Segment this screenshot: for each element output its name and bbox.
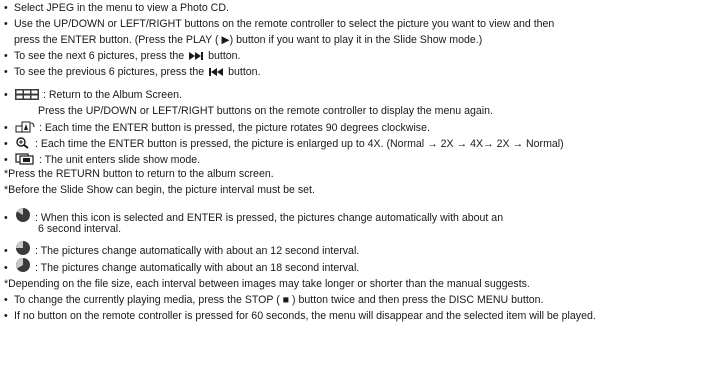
previous-skip-icon: [208, 67, 224, 77]
line-zoom-icon: • : Each time the ENTER button is presse…: [4, 137, 564, 150]
line-select-jpeg: • Select JPEG in the menu to view a Photo…: [4, 2, 229, 14]
line-album-icon: • : Return to the Album Screen.: [4, 89, 182, 101]
rotate-icon: [15, 121, 35, 133]
note-return: *Press the RETURN button to return to th…: [4, 168, 274, 180]
line-album-text2: Press the UP/DOWN or LEFT/RIGHT buttons …: [38, 105, 493, 117]
line-next-pictures: • To see the next 6 pictures, press the b…: [4, 50, 241, 62]
note-file-size: *Depending on the file size, each interv…: [4, 278, 530, 290]
line-press-enter: press the ENTER button. (Press the PLAY …: [14, 34, 483, 46]
interval-12s-icon: [15, 240, 31, 256]
next-skip-icon: [188, 51, 204, 61]
line-previous-pictures: • To see the previous 6 pictures, press t…: [4, 66, 261, 78]
zoom-icon: [15, 137, 31, 149]
line-interval-12: • : The pictures change automatically wi…: [4, 240, 359, 258]
line-rotate-icon: • : Each time the ENTER button is presse…: [4, 121, 430, 134]
note-interval: *Before the Slide Show can begin, the pi…: [4, 184, 315, 196]
line-no-button: • If no button on the remote controller i…: [4, 310, 596, 322]
line-use-buttons: • Use the UP/DOWN or LEFT/RIGHT buttons o…: [4, 18, 555, 30]
line-stop-media: • To change the currently playing media, …: [4, 294, 544, 306]
line-slideshow-icon: • : The unit enters slide show mode.: [4, 153, 201, 166]
interval-6s-icon: [15, 207, 31, 223]
album-grid-icon: [15, 89, 39, 100]
line-interval-18: • : The pictures change automatically wi…: [4, 257, 359, 275]
interval-18s-icon: [15, 257, 31, 273]
line-interval-6b: 6 second interval.: [38, 223, 122, 235]
slideshow-icon: [15, 153, 35, 165]
